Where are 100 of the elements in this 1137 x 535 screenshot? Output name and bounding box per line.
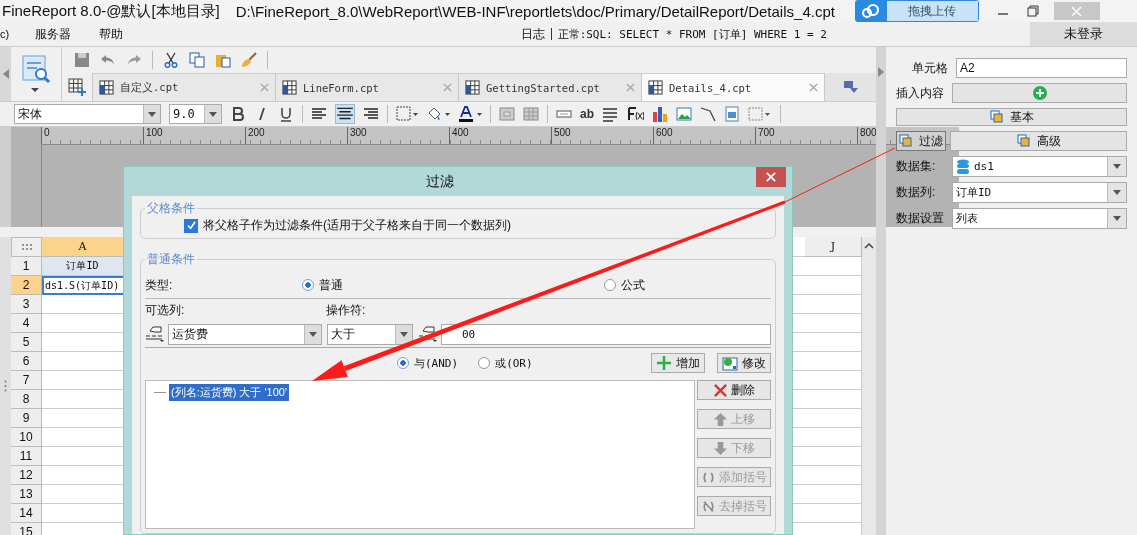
log-link[interactable]: 日志: [520, 25, 545, 43]
new-report-icon[interactable]: [68, 78, 86, 96]
menu-item[interactable]: 帮助: [99, 25, 124, 43]
dropdown[interactable]: ds1: [952, 156, 1127, 177]
align-center-icon[interactable]: [335, 104, 355, 124]
condition-item[interactable]: (列名:运货费) 大于 '100': [169, 384, 290, 401]
dropdown[interactable]: 订单ID: [952, 182, 1127, 203]
stacked-squares-icon: [1016, 134, 1031, 148]
restore-icon[interactable]: [1026, 5, 1039, 17]
row-header[interactable]: 2: [11, 276, 42, 295]
text-type-icon[interactable]: [145, 325, 165, 343]
ruler-label: 400: [449, 127, 551, 144]
row-header[interactable]: 12: [11, 466, 42, 485]
row-header[interactable]: 5: [11, 333, 42, 352]
ruler-label: 600: [653, 127, 755, 144]
caret-icon: [309, 331, 317, 337]
text-tool-button[interactable]: ab: [580, 107, 594, 121]
menu-item[interactable]: c): [0, 28, 10, 40]
frame-icon[interactable]: [748, 106, 772, 122]
column-header[interactable]: J: [805, 237, 862, 257]
close-button[interactable]: [756, 167, 786, 187]
caret-icon: [1113, 164, 1121, 169]
plus-icon: [656, 355, 672, 371]
upload-button[interactable]: 拖拽上传: [854, 0, 979, 22]
insert-button[interactable]: [952, 83, 1127, 103]
row-header[interactable]: 8: [11, 390, 42, 409]
bold-icon[interactable]: [230, 106, 246, 122]
slash-icon[interactable]: [700, 106, 716, 122]
modify-button[interactable]: 修改: [717, 353, 771, 373]
login-button[interactable]: 未登录: [1030, 22, 1137, 46]
close-icon[interactable]: [260, 83, 269, 92]
delete-button[interactable]: 删除: [697, 380, 771, 400]
collapse-arrow-icon[interactable]: [2, 69, 9, 79]
fill-color-icon[interactable]: [426, 106, 450, 122]
advanced-button[interactable]: 高级: [950, 131, 1127, 151]
checkbox[interactable]: [184, 218, 198, 233]
file-tab[interactable]: GettingStarted.cpt: [458, 73, 641, 101]
scrollbar[interactable]: [862, 237, 876, 535]
scroll-up-icon[interactable]: [864, 243, 874, 249]
font-dropdown[interactable]: 宋体: [14, 104, 161, 124]
split-cells-icon[interactable]: [523, 106, 539, 122]
caret-icon: [148, 111, 156, 117]
radio-button[interactable]: [397, 357, 409, 369]
close-icon[interactable]: [809, 83, 818, 92]
close-icon: [766, 172, 776, 182]
field-label: 可选列:: [145, 301, 186, 319]
font-size-dropdown[interactable]: 9.0: [169, 104, 222, 124]
file-tab[interactable]: Details_4.cpt: [641, 73, 824, 101]
radio-button[interactable]: [478, 357, 491, 369]
value-input[interactable]: 00: [441, 323, 771, 345]
chart-icon[interactable]: [652, 106, 668, 122]
paragraph-icon[interactable]: [602, 106, 618, 122]
row-header[interactable]: 7: [11, 371, 42, 390]
row-header[interactable]: 4: [11, 314, 42, 333]
align-left-icon[interactable]: [311, 106, 327, 122]
align-right-icon[interactable]: [363, 106, 379, 122]
basic-button[interactable]: 基本: [896, 108, 1127, 126]
splitter-handle-icon[interactable]: [4, 380, 7, 392]
menu-item[interactable]: 服务器: [35, 25, 72, 43]
underline-icon[interactable]: [278, 106, 294, 122]
table-cell[interactable]: 订单ID: [42, 257, 124, 276]
dropdown[interactable]: 列表: [952, 208, 1127, 229]
image-icon[interactable]: [676, 106, 692, 122]
row-header[interactable]: 9: [11, 409, 42, 428]
border-icon[interactable]: [396, 106, 418, 122]
condition-list[interactable]: (列名:运货费) 大于 '100': [145, 380, 695, 529]
select-all-corner[interactable]: [11, 237, 42, 257]
expand-arrow-icon[interactable]: [878, 67, 884, 77]
close-icon[interactable]: [626, 83, 635, 92]
file-tab[interactable]: LineForm.cpt: [275, 73, 458, 101]
row-header[interactable]: 6: [11, 352, 42, 371]
row-header[interactable]: 10: [11, 428, 42, 447]
column-header[interactable]: A: [42, 237, 124, 257]
close-icon[interactable]: [443, 83, 452, 92]
operator-dropdown[interactable]: 大于: [327, 323, 413, 345]
document-icon[interactable]: [724, 106, 740, 122]
row-header[interactable]: 13: [11, 485, 42, 504]
brush-icon[interactable]: [241, 52, 257, 68]
row-header[interactable]: 11: [11, 447, 42, 466]
save-icon[interactable]: [74, 52, 90, 68]
add-button[interactable]: 增加: [651, 353, 705, 373]
row-header[interactable]: 14: [11, 504, 42, 523]
font-color-icon[interactable]: [458, 106, 482, 122]
filter-button[interactable]: 过滤: [896, 131, 946, 151]
down-arrow-icon: [713, 440, 728, 456]
tab-list-button[interactable]: [824, 73, 876, 101]
row-header[interactable]: 1: [11, 257, 42, 276]
column-dropdown[interactable]: 运货费: [168, 323, 322, 345]
radio-button[interactable]: [604, 279, 616, 291]
text-type-icon[interactable]: [418, 325, 438, 343]
formula-icon[interactable]: [626, 106, 644, 122]
row-header[interactable]: 3: [11, 295, 42, 314]
cell-input[interactable]: A2: [956, 58, 1127, 78]
file-tab[interactable]: 自定义.cpt: [92, 73, 275, 101]
merge-cells-icon[interactable]: [499, 106, 515, 122]
cut-icon[interactable]: [163, 52, 179, 68]
paste-icon[interactable]: [215, 52, 231, 68]
plus-icon: [1032, 86, 1047, 100]
copy-icon[interactable]: [189, 52, 205, 68]
radio-button[interactable]: [302, 279, 314, 291]
